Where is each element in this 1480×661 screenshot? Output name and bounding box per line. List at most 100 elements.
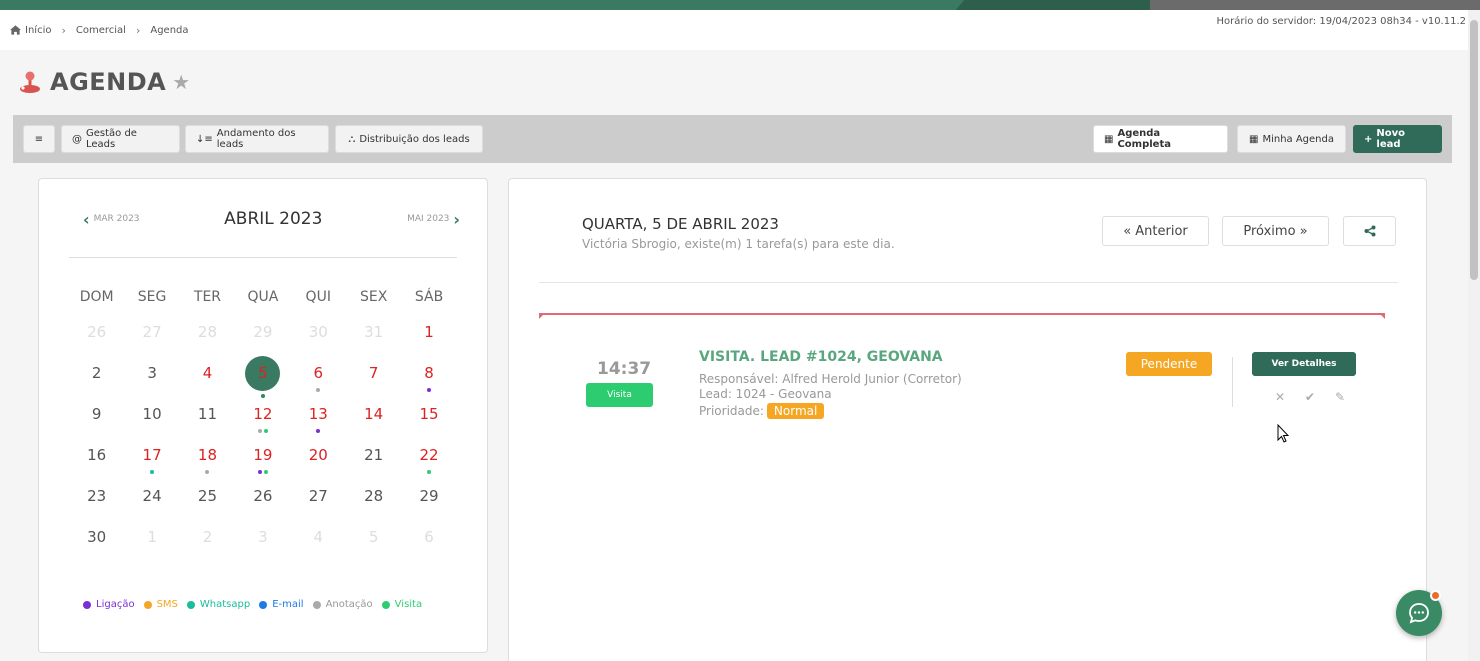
day-number: 29 (419, 487, 439, 505)
calendar-day[interactable]: 16 (69, 446, 124, 487)
calendar-day[interactable]: 4 (180, 364, 235, 405)
calendar-day[interactable]: 26 (69, 323, 124, 364)
day-number: 3 (258, 528, 268, 546)
calendar-day[interactable]: 13 (291, 405, 346, 446)
legend-dot (312, 600, 321, 609)
calendar-day[interactable]: 11 (180, 405, 235, 446)
task-type-badge: Visita (586, 383, 653, 407)
menu-button[interactable]: ≡ (23, 125, 55, 153)
weekday-label: TER (193, 289, 222, 305)
calendar-day[interactable]: 26 (235, 487, 290, 528)
day-number: 12 (253, 405, 273, 423)
chat-icon (1409, 603, 1429, 624)
legend-visita: Visita (381, 599, 422, 610)
task-responsavel: Responsável: Alfred Herold Junior (Corre… (699, 372, 962, 386)
previous-day-button[interactable]: « Anterior (1102, 216, 1209, 246)
calendar-day[interactable]: 30 (69, 528, 124, 569)
calendar-day[interactable]: 2 (180, 528, 235, 569)
legend-label: Anotação (325, 599, 373, 610)
calendar-day[interactable]: 5 (346, 528, 401, 569)
next-month-button[interactable]: MAI 2023 › (407, 210, 464, 229)
close-icon[interactable]: ✕ (1265, 390, 1295, 404)
calendar-day[interactable]: 6 (401, 528, 456, 569)
calendar-day[interactable]: 24 (124, 487, 179, 528)
star-icon[interactable]: ★ (172, 70, 190, 94)
calendar-day[interactable]: 7 (346, 364, 401, 405)
calendar-day[interactable]: 27 (124, 323, 179, 364)
day-number: 22 (419, 446, 439, 464)
task-actions-divider (1232, 357, 1233, 407)
calendar-day[interactable]: 27 (291, 487, 346, 528)
calendar-day[interactable]: 6 (291, 364, 346, 405)
agenda-completa-button[interactable]: ▦ Agenda Completa (1093, 125, 1228, 153)
calendar-day[interactable]: 19 (235, 446, 290, 487)
breadcrumb-comercial[interactable]: Comercial (76, 25, 126, 36)
calendar-day[interactable]: 31 (346, 323, 401, 364)
distribuicao-leads-button[interactable]: ⛬ Distribuição dos leads (335, 125, 483, 153)
calendar-week: 2 3 4 5 6 7 8 (69, 356, 457, 405)
calendar-day[interactable]: 21 (346, 446, 401, 487)
calendar-day-selected[interactable]: 5 (235, 356, 290, 405)
view-details-button[interactable]: Ver Detalhes (1252, 352, 1356, 376)
day-number: 1 (147, 528, 157, 546)
calendar-day[interactable]: 22 (401, 446, 456, 487)
weekday-label: DOM (79, 289, 114, 305)
day-number: 11 (197, 405, 218, 423)
calendar-day[interactable]: 12 (235, 405, 290, 446)
novo-lead-button[interactable]: + Novo lead (1353, 125, 1442, 153)
calendar-day[interactable]: 3 (235, 528, 290, 569)
calendar-day[interactable]: 1 (124, 528, 179, 569)
day-number: 7 (368, 364, 379, 382)
top-accent-dark (955, 0, 1165, 10)
legend-dot (259, 600, 268, 609)
calendar-day[interactable]: 20 (291, 446, 346, 487)
calendar-header: ‹ MAR 2023 ABRIL 2023 MAI 2023 › (79, 209, 464, 229)
calendar-day[interactable]: 3 (124, 364, 179, 405)
legend-dot (381, 600, 390, 609)
calendar-day[interactable]: 15 (401, 405, 456, 446)
top-accent-bar (0, 0, 1480, 10)
hamburger-icon: ≡ (34, 133, 44, 145)
calendar-day[interactable]: 10 (124, 405, 179, 446)
share-button[interactable] (1343, 216, 1396, 246)
calendar-day[interactable]: 8 (401, 364, 456, 405)
calendar-day[interactable]: 29 (401, 487, 456, 528)
calendar-week: 30 1 2 3 4 5 6 (69, 528, 457, 569)
day-title: QUARTA, 5 DE ABRIL 2023 (582, 215, 779, 233)
calendar-day[interactable]: 18 (180, 446, 235, 487)
task-title[interactable]: VISITA. LEAD #1024, GEOVANA (699, 349, 943, 365)
calendar-day[interactable]: 30 (291, 323, 346, 364)
calendar-day[interactable]: 25 (180, 487, 235, 528)
calendar-day[interactable]: 23 (69, 487, 124, 528)
day-number: 15 (419, 405, 439, 423)
event-dot-ligacao (257, 470, 262, 474)
calendar-day[interactable]: 2 (69, 364, 124, 405)
breadcrumb-home[interactable]: Início (10, 25, 51, 36)
next-day-button[interactable]: Próximo » (1222, 216, 1329, 246)
calendar-day[interactable]: 28 (180, 323, 235, 364)
day-number: 4 (202, 364, 213, 382)
event-dot-anotacao (316, 388, 321, 392)
weekday-label: SEX (359, 289, 388, 305)
legend-label: SMS (156, 599, 178, 610)
joystick-icon (20, 71, 40, 93)
calendar-day[interactable]: 9 (69, 405, 124, 446)
calendar-day[interactable]: 1 (401, 323, 456, 364)
legend-dot (83, 600, 91, 609)
andamento-leads-button[interactable]: ↓≡ Andamento dos leads (185, 125, 329, 153)
calendar-day[interactable]: 14 (346, 405, 401, 446)
day-number: 1 (424, 323, 434, 341)
calendar-day[interactable]: 28 (346, 487, 401, 528)
novo-lead-label: Novo lead (1376, 128, 1406, 150)
minha-agenda-button[interactable]: ▦ Minha Agenda (1237, 125, 1346, 153)
page-scrollbar[interactable] (1468, 10, 1480, 661)
check-icon[interactable]: ✔ (1295, 390, 1325, 404)
pencil-icon[interactable]: ✎ (1325, 390, 1355, 404)
calendar-day[interactable]: 4 (291, 528, 346, 569)
legend-ligacao: Ligação (83, 599, 135, 610)
prev-month-button[interactable]: ‹ MAR 2023 (79, 210, 140, 229)
gestao-leads-button[interactable]: @ Gestão de Leads (61, 125, 180, 153)
weekday-label: QUI (305, 289, 331, 305)
calendar-day[interactable]: 17 (124, 446, 179, 487)
scrollbar-thumb[interactable] (1470, 20, 1478, 280)
